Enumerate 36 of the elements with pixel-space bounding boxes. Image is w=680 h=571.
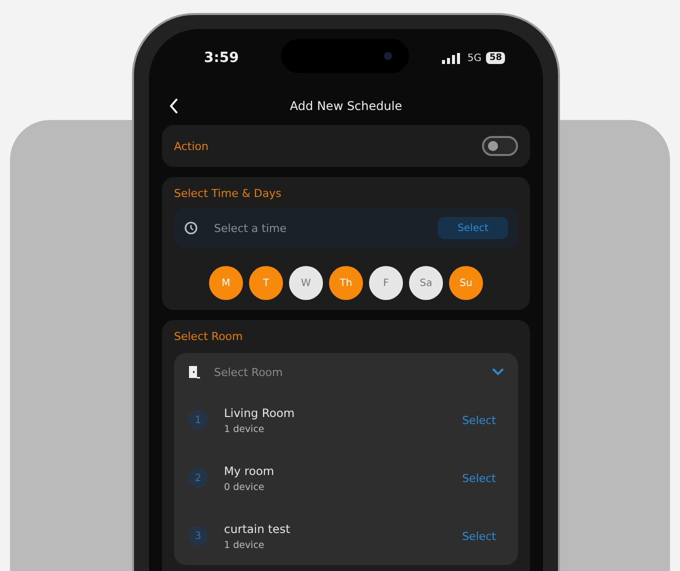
room-number-badge: 2	[188, 468, 208, 488]
day-chip[interactable]: Sa	[409, 266, 443, 300]
chevron-icon	[492, 368, 504, 376]
select-room-button[interactable]: Select	[460, 526, 498, 546]
section-title: Select Room	[174, 330, 244, 343]
dropdown-placeholder: Select Room	[214, 366, 284, 378]
room-number-badge: 3	[188, 526, 208, 546]
day-chip[interactable]: T	[249, 266, 283, 300]
battery-level: 58	[486, 52, 505, 64]
room-name: Living Room	[224, 406, 296, 420]
room-dropdown[interactable]: Select Room 1 Living Room 1 device Select 2 My room 0 device Select 3 curtain test 1 device Select	[174, 353, 518, 565]
day-chip[interactable]: W	[289, 266, 323, 300]
select-time-button[interactable]: Select	[438, 217, 508, 239]
screen-title: Add New Schedule	[290, 99, 402, 113]
room-number-badge: 1	[188, 410, 208, 430]
back-icon[interactable]	[169, 98, 179, 114]
room-name: curtain test	[224, 522, 292, 536]
day-chip[interactable]: M	[209, 266, 243, 300]
action-label: Action	[174, 140, 208, 152]
clock-icon	[184, 221, 198, 235]
device-count: 1 device	[224, 540, 266, 550]
action-toggle[interactable]	[482, 136, 518, 156]
day-chip[interactable]: F	[369, 266, 403, 300]
device-count: 0 device	[224, 482, 266, 492]
select-room-button[interactable]: Select	[460, 468, 498, 488]
section-title: Select Time & Days	[174, 187, 282, 200]
signal-icon	[442, 52, 462, 64]
select-room-button[interactable]: Select	[460, 410, 498, 430]
network-label: 5G	[467, 52, 482, 64]
status-time: 3:59	[204, 50, 240, 66]
device-count: 1 device	[224, 424, 266, 434]
day-chip[interactable]: Th	[329, 266, 363, 300]
time-field[interactable]: Select a time Select	[174, 208, 518, 248]
room-name: My room	[224, 464, 276, 478]
door-icon	[188, 365, 200, 379]
day-chip[interactable]: Su	[449, 266, 483, 300]
